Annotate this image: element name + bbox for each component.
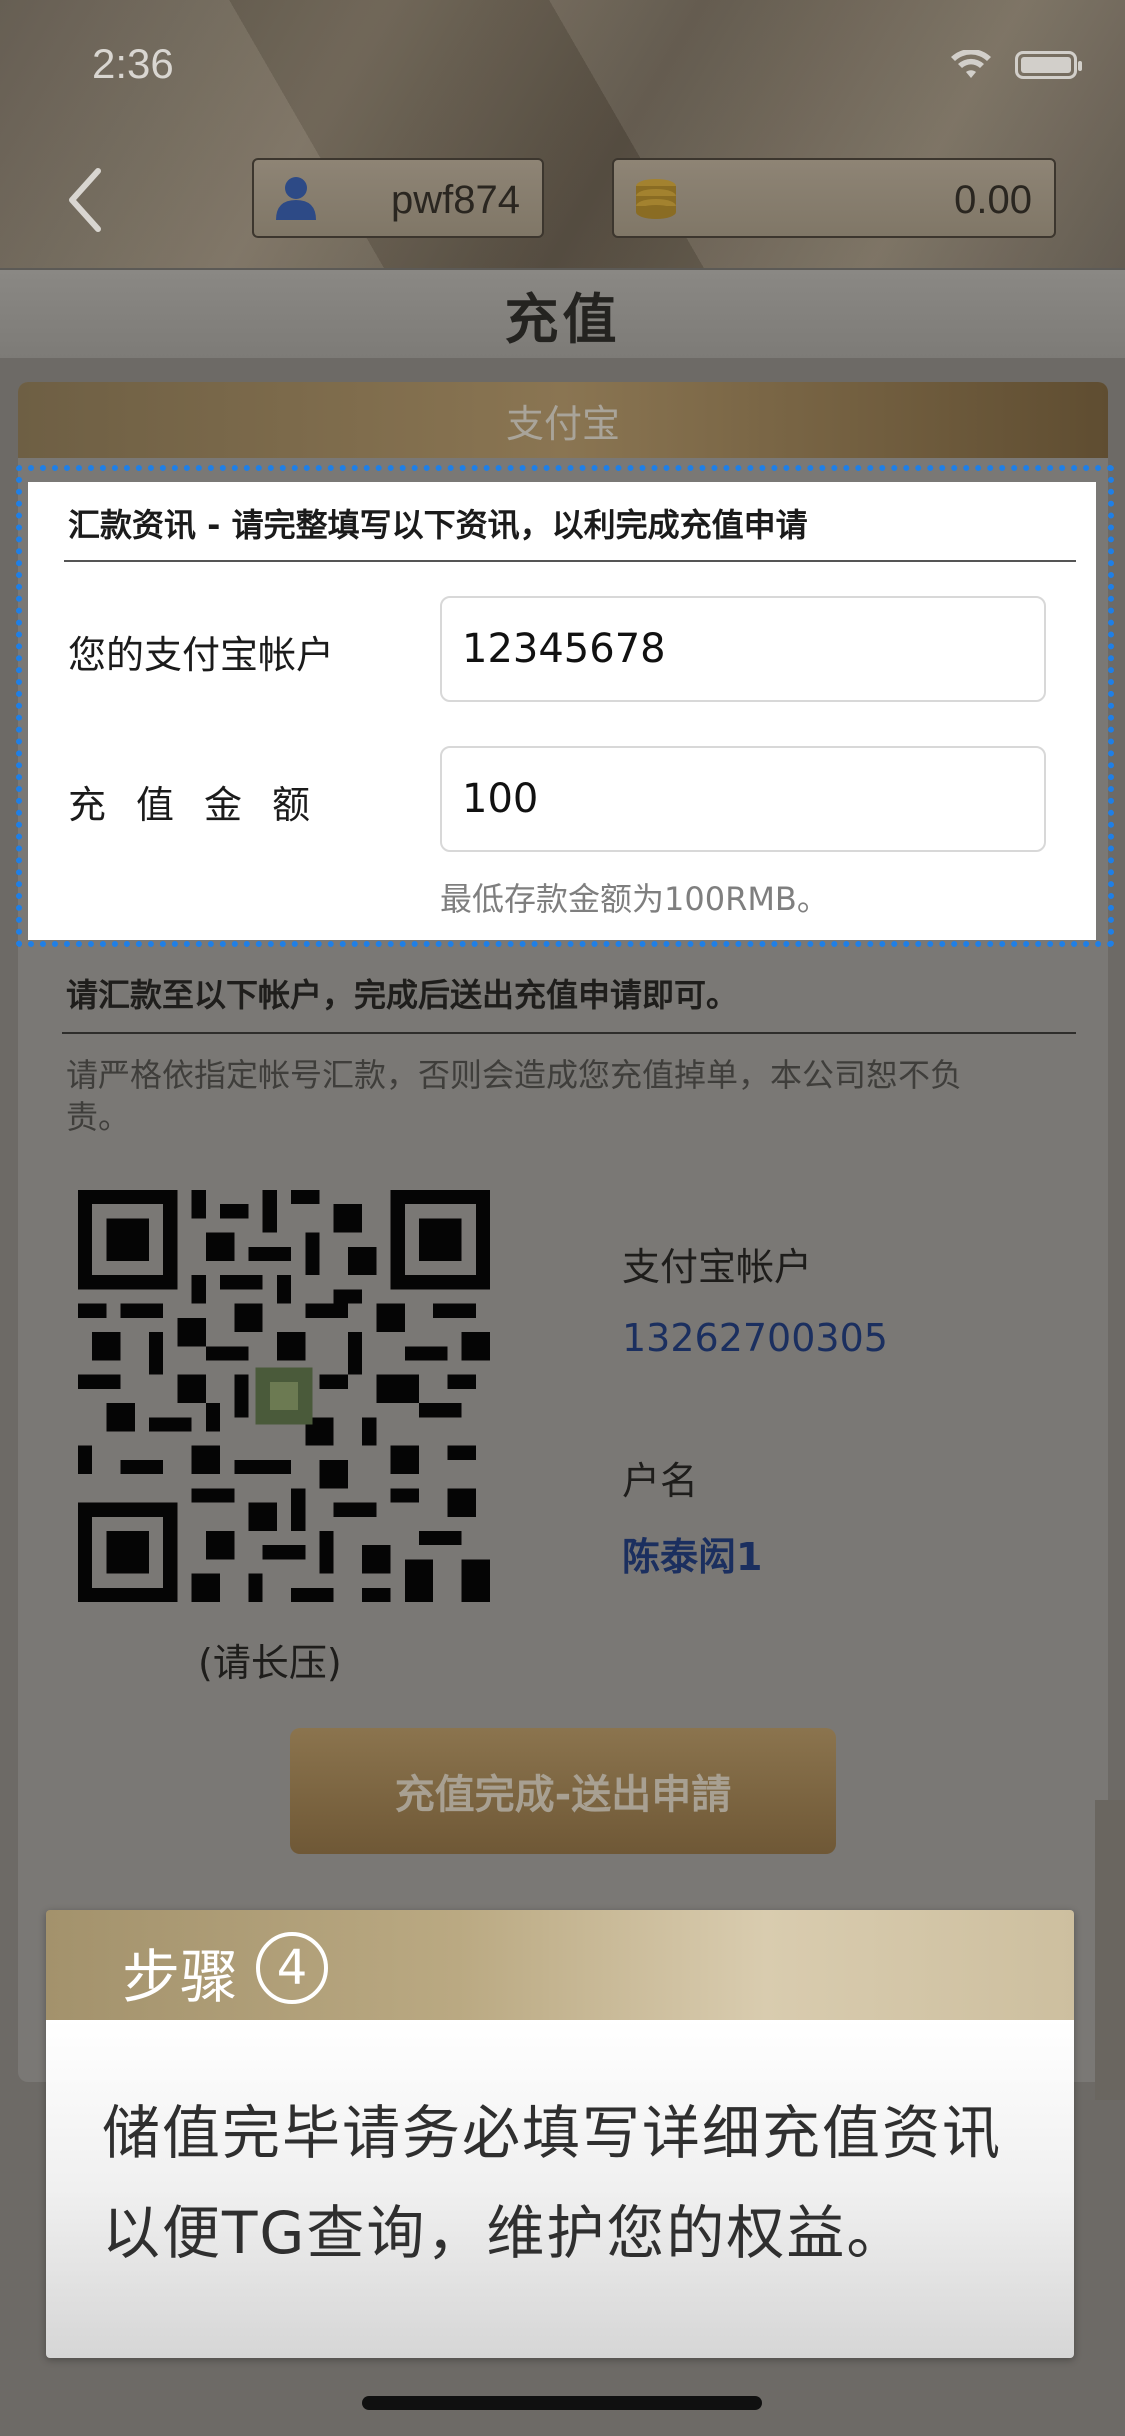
status-icons	[949, 49, 1082, 80]
payee-name-value[interactable]: 陈泰闳1	[622, 1526, 762, 1581]
balance-box[interactable]: 0.00	[612, 158, 1056, 238]
page-title-bar: 充值	[0, 268, 1125, 358]
popup-body: 储值完毕请务必填写详细充值资讯 以便TG查询，维护您的权益。	[46, 2020, 1074, 2358]
home-indicator[interactable]	[362, 2396, 762, 2410]
back-icon[interactable]	[66, 165, 106, 235]
status-time: 2:36	[92, 40, 174, 87]
payee-account-value[interactable]: 13262700305	[622, 1316, 888, 1360]
payee-name-label: 户名	[622, 1459, 699, 1503]
battery-icon	[1015, 51, 1082, 79]
user-icon	[272, 174, 320, 222]
remit-divider	[62, 1032, 1076, 1034]
username-text: pwf874	[391, 178, 520, 222]
step-number-badge: 4	[256, 1932, 328, 2004]
wifi-icon	[949, 49, 993, 80]
popup-text-line1: 储值完毕请务必填写详细充值资讯	[102, 2099, 1003, 2167]
remit-note: 请严格依指定帐号汇款，否则会造成您充值掉单，本公司恕不负责。	[66, 1056, 963, 1136]
balance-text: 0.00	[954, 178, 1032, 222]
popup-header: 步骤 4	[46, 1910, 1074, 2020]
tab-alipay-label: 支付宝	[505, 401, 620, 446]
popup-text-line2: 以便TG查询，维护您的权益。	[102, 2199, 907, 2267]
tutorial-step-popup[interactable]: 步骤 4 储值完毕请务必填写详细充值资讯 以便TG查询，维护您的权益。	[46, 1910, 1074, 2358]
username-box[interactable]: pwf874	[252, 158, 544, 238]
remit-title: 请汇款至以下帐户，完成后送出充值申请即可。	[66, 976, 739, 1014]
submit-deposit-button[interactable]: 充值完成-送出申請	[290, 1728, 836, 1854]
qr-caption: (请长压)	[198, 1641, 342, 1685]
page-title: 充值	[504, 287, 621, 351]
qr-code[interactable]	[78, 1190, 490, 1602]
coins-icon	[632, 174, 680, 222]
submit-deposit-label: 充值完成-送出申請	[394, 1772, 732, 1818]
step-label: 步骤	[122, 1943, 239, 2011]
payee-account-label: 支付宝帐户	[622, 1245, 813, 1289]
tutorial-highlight-frame	[16, 465, 1114, 947]
background-decoration	[1095, 1800, 1125, 2100]
tab-alipay[interactable]: 支付宝	[18, 382, 1108, 458]
